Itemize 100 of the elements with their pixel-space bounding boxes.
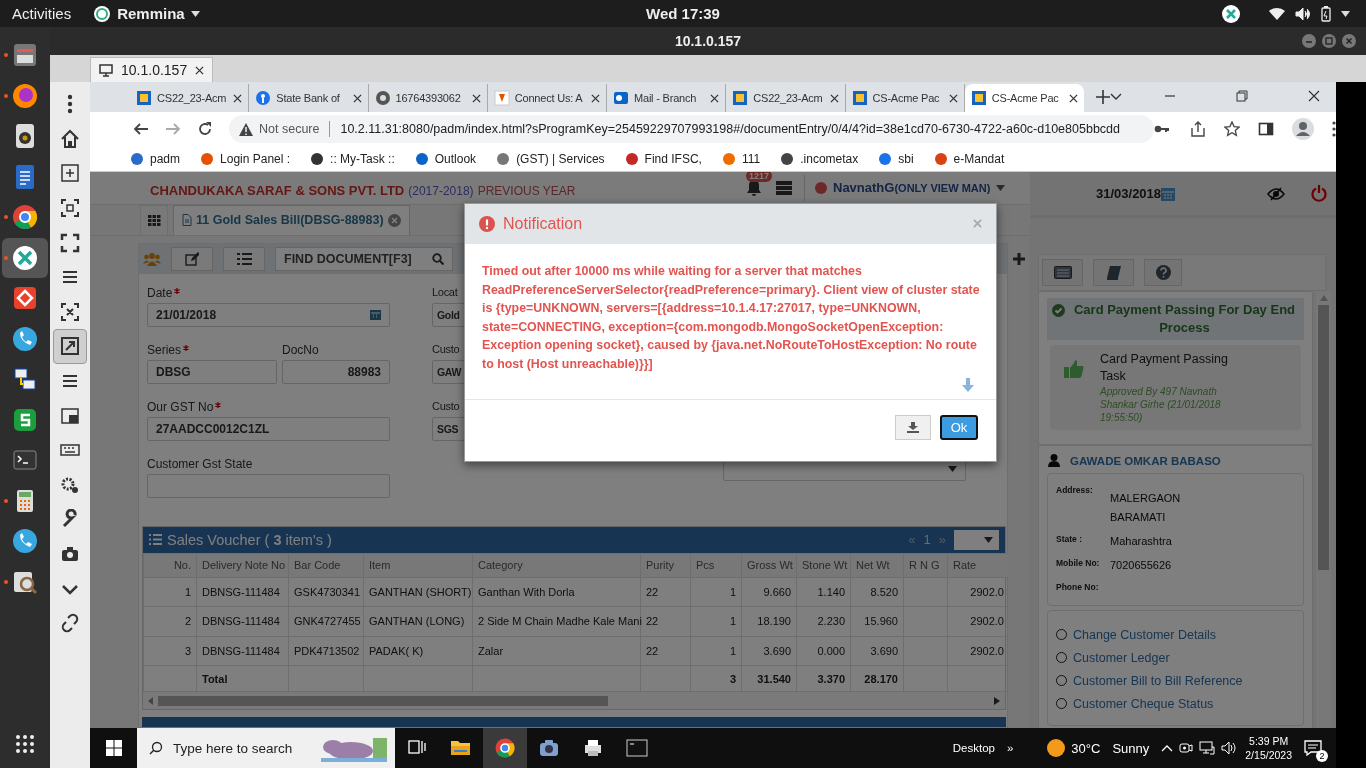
- disconnect-icon[interactable]: [60, 613, 80, 634]
- close-icon[interactable]: [233, 93, 243, 103]
- page-size-dropdown[interactable]: [954, 529, 999, 550]
- more-icon[interactable]: [1332, 121, 1336, 137]
- activities-button[interactable]: Activities: [0, 5, 84, 22]
- start-icon[interactable]: [106, 740, 122, 756]
- scrollbar-thumb[interactable]: [158, 695, 608, 706]
- bell-icon[interactable]: [746, 179, 762, 197]
- list-button[interactable]: [223, 246, 265, 271]
- printer-icon[interactable]: [582, 737, 604, 759]
- address-bar[interactable]: Not secure 10.2.11.31:8080/padm/index.html?sProgramKey=25459229707993198#/documentEntry/0/4/4?id=38e1cd70-6730-4722-a60c-d10e805bbcdd: [229, 115, 1154, 143]
- network-icon[interactable]: [1199, 741, 1216, 755]
- server-icon[interactable]: [776, 180, 792, 195]
- network-icon[interactable]: [11, 365, 39, 393]
- bookmark[interactable]: e-Mandat: [933, 151, 1005, 166]
- toolbar-label[interactable]: Desktop: [952, 742, 995, 754]
- bookmark[interactable]: .incometax: [780, 151, 859, 166]
- avatar-icon[interactable]: [1292, 118, 1314, 140]
- user-menu[interactable]: NavnathG(ONLY VIEW MAN): [815, 180, 1006, 196]
- close-icon[interactable]: [829, 93, 839, 103]
- clock[interactable]: Wed 17:39: [646, 5, 720, 22]
- input-field[interactable]: 21/01/2018: [147, 302, 390, 327]
- vertical-scrollbar[interactable]: [1316, 291, 1331, 728]
- app-menu[interactable]: Remmina: [83, 4, 210, 23]
- bookmark[interactable]: padm: [130, 151, 181, 166]
- field-label: Series: [147, 342, 189, 360]
- apps-button[interactable]: [140, 204, 168, 235]
- restore-icon[interactable]: [1236, 90, 1248, 102]
- search-field[interactable]: Type here to search: [167, 739, 317, 757]
- files-icon[interactable]: [11, 41, 39, 69]
- close-icon[interactable]: [1069, 93, 1078, 103]
- grid-icon: [147, 214, 161, 226]
- home-icon[interactable]: [60, 128, 80, 149]
- download-button[interactable]: [895, 415, 931, 440]
- close-icon[interactable]: [195, 65, 205, 75]
- find-input[interactable]: FIND DOCUMENT[F3]: [276, 250, 432, 267]
- close-icon[interactable]: [471, 93, 481, 103]
- scale-icon[interactable]: [60, 301, 80, 322]
- app-grid-icon[interactable]: [15, 734, 35, 754]
- side-panel-icon[interactable]: [1258, 121, 1274, 137]
- input-field[interactable]: 27AADCC0012C1ZL: [147, 416, 390, 441]
- scrollbar-thumb[interactable]: [1318, 305, 1329, 570]
- financial-year: (2017-2018): [408, 184, 474, 199]
- reload-icon[interactable]: [197, 121, 213, 137]
- help-button[interactable]: [1144, 259, 1182, 286]
- maximize-icon[interactable]: [1322, 34, 1336, 48]
- find-document-field[interactable]: FIND DOCUMENT[F3]: [275, 246, 453, 271]
- add-window-icon[interactable]: [60, 163, 80, 184]
- meet-icon[interactable]: [1179, 741, 1194, 755]
- clock[interactable]: 5:39 PM 2/15/2023: [1245, 734, 1292, 762]
- chevron-up-icon[interactable]: [1161, 744, 1174, 752]
- input-field[interactable]: 88983: [282, 359, 390, 384]
- resize-icon[interactable]: [60, 336, 80, 357]
- wrench-icon[interactable]: [60, 509, 80, 530]
- toolbar-chevron[interactable]: »: [1006, 742, 1014, 754]
- caret-icon: [948, 465, 957, 472]
- plus-icon[interactable]: [1013, 252, 1025, 265]
- share-icon[interactable]: [1190, 121, 1206, 137]
- camera-icon[interactable]: [60, 544, 80, 564]
- weather-widget[interactable]: 30°C Sunny: [1047, 739, 1150, 757]
- eye-slash-icon[interactable]: [1267, 186, 1286, 201]
- bookmark[interactable]: (GST) | Services: [496, 151, 605, 166]
- edit-button[interactable]: [171, 246, 213, 271]
- volume-icon[interactable]: [1221, 741, 1238, 755]
- phone-icon[interactable]: [11, 324, 39, 353]
- bookmark[interactable]: :: My-Task ::: [310, 151, 395, 166]
- fit-icon[interactable]: [60, 198, 80, 219]
- close-circle-icon[interactable]: [387, 213, 401, 227]
- back-icon[interactable]: [133, 121, 149, 137]
- bookmark[interactable]: Login Panel :: [200, 151, 291, 166]
- notification-icon[interactable]: [1304, 740, 1322, 756]
- close-icon[interactable]: [710, 93, 720, 103]
- minimize-icon[interactable]: [1302, 34, 1316, 48]
- camera-icon[interactable]: [538, 737, 560, 759]
- bookmark[interactable]: Outlook: [414, 151, 477, 166]
- list-view-button[interactable]: [1042, 259, 1083, 286]
- phone-icon[interactable]: [11, 527, 39, 555]
- site-icon: [970, 90, 987, 106]
- browser-icon[interactable]: [11, 203, 39, 231]
- close-icon[interactable]: [1308, 90, 1320, 102]
- bookmark[interactable]: 111: [721, 151, 761, 166]
- windows-icon[interactable]: [60, 405, 80, 426]
- input-field[interactable]: [147, 473, 390, 498]
- terminal-icon[interactable]: [626, 737, 648, 759]
- close-icon[interactable]: [948, 93, 958, 103]
- browser-icon[interactable]: [494, 737, 516, 759]
- close-icon[interactable]: [591, 93, 600, 103]
- browser-tab[interactable]: CS-Acme Pac: [964, 84, 1084, 112]
- new-tab-icon[interactable]: [1096, 90, 1110, 104]
- input-field[interactable]: DBSG: [147, 359, 277, 384]
- bookmark[interactable]: Find IFSC,: [624, 151, 702, 166]
- power-icon[interactable]: [1311, 185, 1328, 202]
- fullscreen-icon[interactable]: [60, 232, 80, 253]
- horizontal-scrollbar[interactable]: [143, 692, 1005, 709]
- browser-icon[interactable]: [11, 81, 39, 110]
- connection-tab[interactable]: 10.1.0.157: [90, 57, 214, 82]
- book-button[interactable]: [1093, 259, 1134, 286]
- bookmark[interactable]: sbi: [878, 151, 914, 166]
- close-icon[interactable]: [352, 93, 362, 103]
- star-icon[interactable]: [1224, 121, 1240, 137]
